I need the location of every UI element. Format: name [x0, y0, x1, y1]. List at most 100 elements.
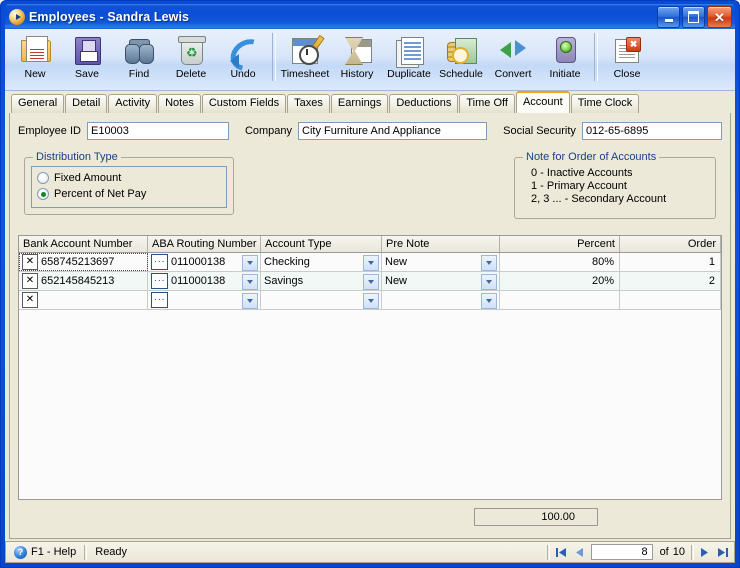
cell-percent[interactable]: [500, 291, 620, 309]
tab-taxes[interactable]: Taxes: [287, 94, 330, 113]
toolbar-label-history: History: [340, 68, 374, 80]
toolbar-label-initiate: Initiate: [549, 68, 581, 80]
cell-value: Checking: [264, 256, 310, 268]
minimize-icon: [664, 19, 673, 22]
cell-aba-routing-number[interactable]: ···: [148, 291, 261, 309]
radio-fixed-amount[interactable]: Fixed Amount: [37, 170, 226, 186]
toolbar-button-initiate[interactable]: Initiate: [539, 31, 591, 89]
delete-row-icon[interactable]: ✕: [22, 292, 38, 308]
cell-account-type[interactable]: [261, 291, 382, 309]
cell-order[interactable]: 1: [620, 253, 721, 271]
cell-account-type[interactable]: Savings: [261, 272, 382, 290]
chevron-down-icon[interactable]: [363, 293, 379, 309]
tab-notes[interactable]: Notes: [158, 94, 201, 113]
hourglass-history-icon: [341, 34, 373, 66]
delete-row-icon[interactable]: ✕: [22, 254, 38, 270]
toolbar-label-find: Find: [128, 68, 150, 80]
tab-time-clock[interactable]: Time Clock: [570, 94, 640, 113]
toolbar-button-convert[interactable]: Convert: [487, 31, 539, 89]
chevron-down-icon[interactable]: [363, 255, 379, 271]
tab-strip: General Detail Activity Notes Custom Fie…: [5, 91, 735, 113]
cell-percent[interactable]: 80%: [500, 253, 620, 271]
radio-label: Percent of Net Pay: [54, 188, 147, 200]
employee-id-input[interactable]: E10003: [86, 122, 229, 140]
chevron-down-icon[interactable]: [242, 293, 258, 309]
status-separator-3: [691, 544, 694, 560]
browse-icon[interactable]: ···: [151, 254, 168, 270]
toolbar-button-history[interactable]: History: [331, 31, 383, 89]
radio-label: Fixed Amount: [54, 172, 122, 184]
status-bar: ? F1 - Help Ready 8 of 10: [5, 541, 735, 563]
browse-icon[interactable]: ···: [151, 292, 168, 308]
delete-row-icon[interactable]: ✕: [22, 273, 38, 289]
toolbar-button-schedule[interactable]: Schedule: [435, 31, 487, 89]
cell-order[interactable]: [620, 291, 721, 309]
cell-pre-note[interactable]: New: [382, 253, 500, 271]
first-record-button[interactable]: [552, 544, 570, 560]
tab-time-off[interactable]: Time Off: [459, 94, 515, 113]
radio-circle-icon: [37, 172, 49, 184]
toolbar-button-duplicate[interactable]: Duplicate: [383, 31, 435, 89]
chevron-down-icon[interactable]: [481, 293, 497, 309]
toolbar-button-close[interactable]: ✖ Close: [601, 31, 653, 89]
column-header-percent[interactable]: Percent: [500, 236, 620, 252]
help-cell[interactable]: ? F1 - Help: [8, 543, 82, 561]
cell-order[interactable]: 2: [620, 272, 721, 290]
previous-record-button[interactable]: [570, 544, 588, 560]
table-row[interactable]: ✕ 658745213697 ··· 011000138 Checking Ne…: [19, 253, 721, 272]
cell-pre-note[interactable]: [382, 291, 500, 309]
cell-bank-account-number[interactable]: ✕ 658745213697: [19, 253, 148, 271]
toolbar-button-save[interactable]: Save: [61, 31, 113, 89]
column-header-bank-account-number[interactable]: Bank Account Number: [19, 236, 148, 252]
chevron-down-icon[interactable]: [363, 274, 379, 290]
toolbar-separator-2: [594, 33, 598, 81]
chevron-down-icon[interactable]: [481, 255, 497, 271]
cell-value: Savings: [264, 275, 304, 287]
toolbar-button-find[interactable]: Find: [113, 31, 165, 89]
cell-aba-routing-number[interactable]: ··· 011000138: [148, 253, 261, 271]
tab-label: Taxes: [294, 97, 323, 109]
tab-account[interactable]: Account: [515, 91, 570, 113]
close-button[interactable]: ✕: [707, 6, 732, 28]
chevron-down-icon[interactable]: [242, 274, 258, 290]
table-row[interactable]: ✕ 652145845213 ··· 011000138 Savings New: [19, 272, 721, 291]
record-number-input[interactable]: 8: [590, 544, 653, 560]
chevron-down-icon[interactable]: [481, 274, 497, 290]
cell-bank-account-number[interactable]: ✕: [19, 291, 148, 309]
last-record-button[interactable]: [714, 544, 732, 560]
tab-general[interactable]: General: [11, 94, 65, 113]
cell-value: 011000138: [171, 256, 226, 268]
cell-aba-routing-number[interactable]: ··· 011000138: [148, 272, 261, 290]
cell-account-type[interactable]: Checking: [261, 253, 382, 271]
toolbar-button-timesheet[interactable]: Timesheet: [279, 31, 331, 89]
social-security-input[interactable]: 012-65-6895: [581, 122, 723, 140]
column-header-order[interactable]: Order: [620, 236, 721, 252]
cell-pre-note[interactable]: New: [382, 272, 500, 290]
grid-empty-area: [19, 310, 721, 499]
cell-bank-account-number[interactable]: ✕ 652145845213: [19, 272, 148, 290]
tab-custom-fields[interactable]: Custom Fields: [201, 94, 287, 113]
maximize-button[interactable]: [682, 6, 705, 28]
next-record-button[interactable]: [696, 544, 714, 560]
radio-percent-of-net-pay[interactable]: Percent of Net Pay: [37, 186, 226, 202]
tab-deductions[interactable]: Deductions: [389, 94, 459, 113]
company-input[interactable]: City Furniture And Appliance: [298, 122, 488, 140]
tab-detail[interactable]: Detail: [65, 94, 108, 113]
column-header-pre-note[interactable]: Pre Note: [382, 236, 500, 252]
title-bar: Employees - Sandra Lewis ✕: [5, 4, 735, 29]
toolbar-button-undo[interactable]: Undo: [217, 31, 272, 89]
column-header-account-type[interactable]: Account Type: [261, 236, 382, 252]
toolbar-button-new[interactable]: New: [9, 31, 61, 89]
status-separator-1: [84, 544, 88, 560]
toolbar-button-delete[interactable]: ♻ Delete: [165, 31, 217, 89]
schedule-icon: [445, 34, 477, 66]
help-label: F1 - Help: [31, 546, 77, 558]
table-row[interactable]: ✕ ···: [19, 291, 721, 310]
column-header-aba-routing-number[interactable]: ABA Routing Number: [148, 236, 261, 252]
tab-activity[interactable]: Activity: [108, 94, 158, 113]
browse-icon[interactable]: ···: [151, 273, 168, 289]
cell-percent[interactable]: 20%: [500, 272, 620, 290]
minimize-button[interactable]: [657, 6, 680, 28]
tab-earnings[interactable]: Earnings: [330, 94, 389, 113]
chevron-down-icon[interactable]: [242, 255, 258, 271]
